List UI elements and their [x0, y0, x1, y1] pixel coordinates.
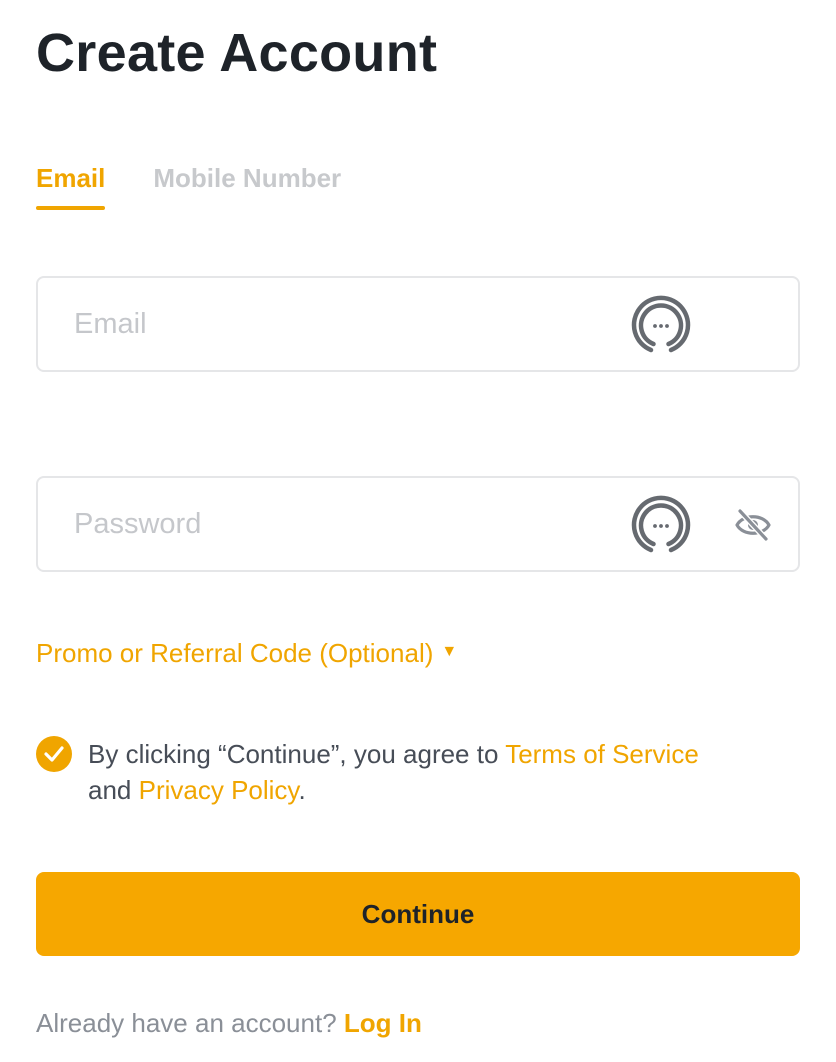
agreement-suffix: . [298, 775, 306, 805]
tab-mobile-number[interactable]: Mobile Number [153, 160, 341, 210]
continue-button[interactable]: Continue [36, 872, 800, 956]
create-account-page: Create Account Email Mobile Number Email… [0, 0, 836, 1062]
tab-email[interactable]: Email [36, 160, 106, 210]
checkmark-icon [44, 746, 64, 762]
promo-code-label: Promo or Referral Code (Optional) [36, 638, 434, 668]
email-field-container [36, 276, 800, 372]
login-prompt: Already have an account? Log In [36, 1008, 422, 1039]
agreement-text: By clicking “Continue”, you agree to Ter… [88, 736, 788, 808]
privacy-policy-link[interactable]: Privacy Policy [139, 775, 299, 805]
agreement-prefix: By clicking “Continue”, you agree to [88, 739, 506, 769]
signup-method-tabs: Email Mobile Number [36, 160, 389, 212]
terms-of-service-link[interactable]: Terms of Service [505, 739, 699, 769]
agree-checkbox[interactable] [36, 736, 72, 772]
log-in-link[interactable]: Log In [344, 1008, 422, 1038]
login-prompt-text: Already have an account? [36, 1008, 344, 1038]
password-manager-icon[interactable] [630, 295, 692, 357]
password-manager-icon[interactable] [630, 495, 692, 557]
promo-code-toggle[interactable]: Promo or Referral Code (Optional) ▼ [36, 638, 457, 669]
password-input[interactable] [74, 478, 614, 570]
email-input[interactable] [74, 278, 614, 370]
agreement-middle: and [88, 775, 139, 805]
page-title: Create Account [36, 23, 438, 83]
eye-slash-icon[interactable] [735, 508, 771, 542]
caret-down-icon: ▼ [441, 642, 458, 660]
password-field-container [36, 476, 800, 572]
